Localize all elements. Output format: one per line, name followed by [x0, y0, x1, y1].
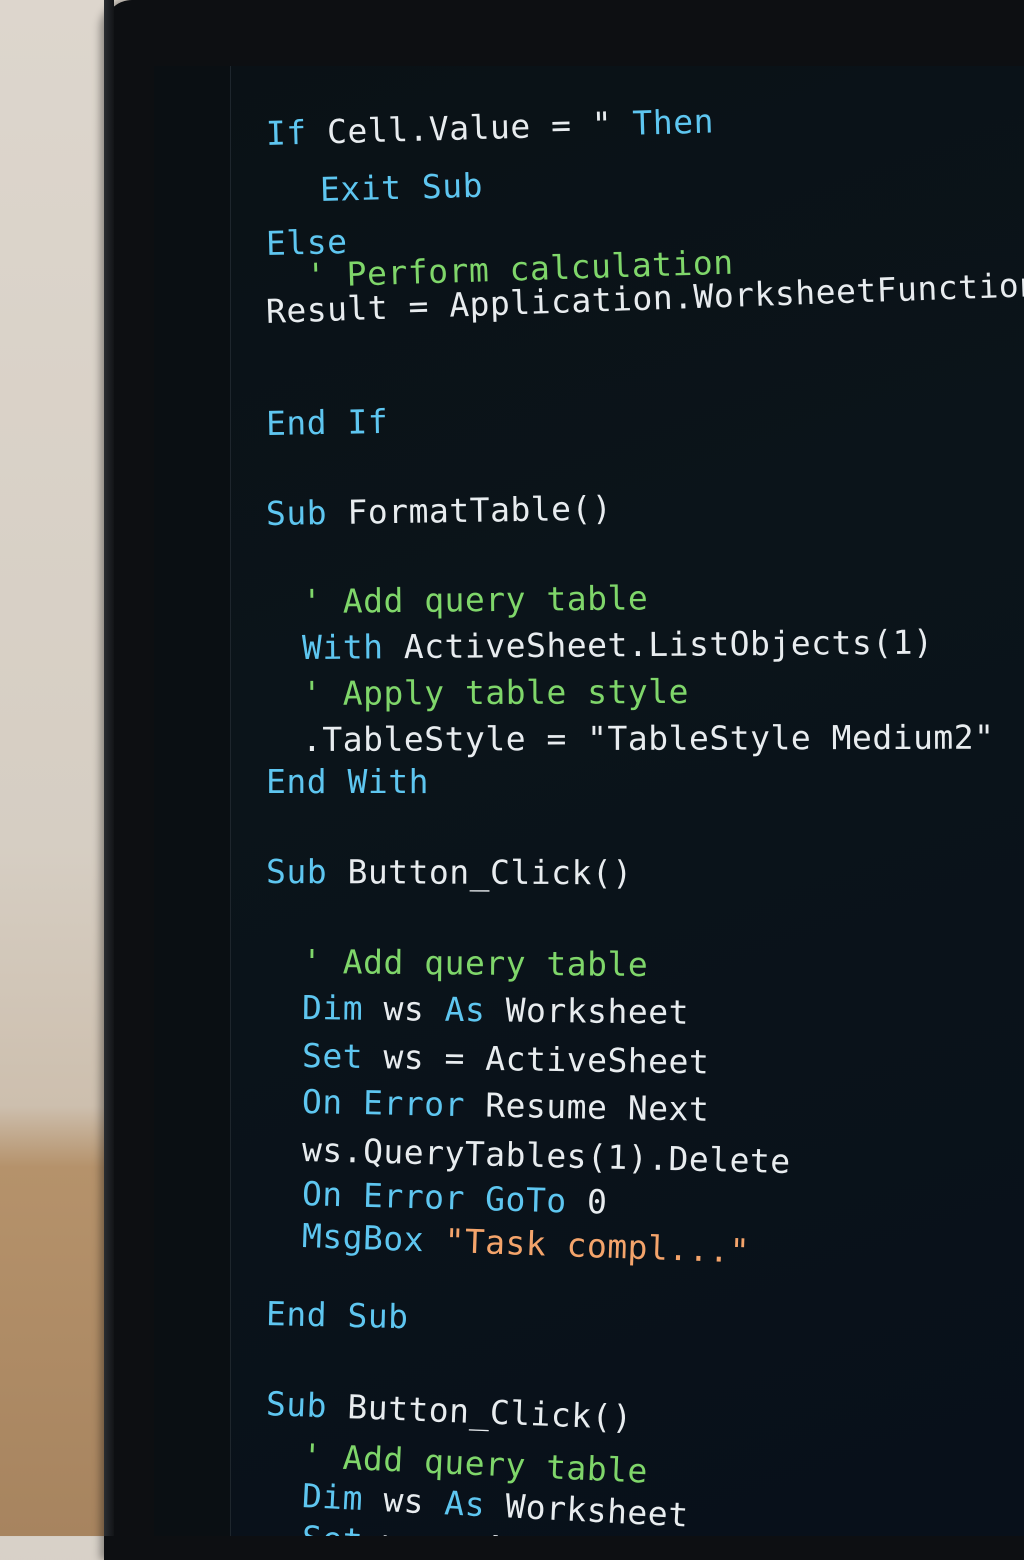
code-line[interactable]: ' Add query table [302, 942, 649, 985]
code-line[interactable]: Sub Button_Click() [265, 1384, 633, 1438]
code-line[interactable]: End If [266, 402, 389, 444]
keyword-token: Set [301, 1036, 384, 1077]
keyword-token: Sub [265, 492, 348, 533]
keyword-token: MsgBox [301, 1216, 446, 1260]
code-token: ws [383, 988, 445, 1029]
keyword-token: Dim [301, 988, 384, 1028]
keyword-token: If [265, 112, 328, 153]
code-line[interactable]: ' Apply table style [302, 672, 689, 714]
code-line[interactable]: Sub Button_Click() [266, 852, 633, 893]
code-line[interactable]: On Error GoTo 0 [301, 1174, 608, 1223]
keyword-token: Sub [265, 852, 348, 892]
code-token: Worksheet [504, 1486, 690, 1535]
comment-token: ' Add query table [301, 942, 649, 985]
code-line[interactable]: Set ws = ActiveSheet [302, 1036, 710, 1082]
keyword-token: End If [265, 401, 389, 443]
keyword-token: Sub [265, 1384, 349, 1427]
code-line[interactable]: ' Add query table [302, 578, 649, 622]
keyword-token: On Error [301, 1082, 486, 1125]
code-token: .TableStyle = "TableStyle Medium2" [301, 717, 995, 759]
code-line[interactable]: End Sub [266, 1294, 409, 1337]
code-line[interactable]: Exit Sub [319, 166, 483, 210]
comment-token: ' Apply table style [301, 671, 690, 713]
keyword-token: Dim [301, 1476, 385, 1520]
keyword-token: As [443, 1483, 507, 1526]
code-token: ws = ActiveSheet [383, 1037, 710, 1082]
keyword-token: On Error GoTo [301, 1174, 588, 1221]
code-line[interactable]: End With [266, 762, 429, 802]
keyword-token: Then [631, 101, 715, 143]
line-gutter [154, 66, 231, 1536]
monitor-edge [104, 0, 114, 1536]
code-line[interactable]: If Cell.Value = " Then [265, 101, 714, 153]
keyword-token: With [301, 627, 405, 667]
code-token: Button_Click() [347, 852, 633, 893]
code-token: 0 [586, 1181, 608, 1222]
code-line[interactable]: With ActiveSheet.ListObjects(1) [302, 622, 934, 668]
code-token: ws.QueryTables(1).Delete [301, 1130, 792, 1181]
keyword-token: As [444, 989, 506, 1030]
code-line[interactable]: Sub FormatTable() [266, 489, 613, 534]
code-token: Cell.Value = " [326, 103, 634, 152]
keyword-token: End Sub [265, 1294, 409, 1337]
code-token: FormatTable() [347, 488, 613, 532]
keyword-token: End With [266, 762, 429, 801]
string-token: "Task compl..." [443, 1220, 751, 1271]
code-token: Resume Next [484, 1085, 710, 1129]
code-token: ws [382, 1480, 446, 1523]
code-token: ActiveSheet.ListObjects(1) [403, 622, 934, 667]
keyword-token: Exit Sub [319, 165, 484, 209]
code-area[interactable]: If Cell.Value = " Then Exit Sub Else ' Perf… [265, 66, 1024, 1536]
code-line[interactable]: ws.QueryTables(1).Delete [302, 1130, 792, 1182]
comment-token: ' Add query table [301, 578, 649, 621]
code-token: Button_Click() [346, 1387, 634, 1438]
code-line[interactable]: Dim ws As Worksheet [302, 988, 689, 1033]
keyword-token: Set [301, 1518, 384, 1536]
code-line[interactable]: .TableStyle = "TableStyle Medium2" [302, 718, 995, 760]
code-editor-screen: If Cell.Value = " Then Exit Sub Else ' Perf… [154, 66, 1024, 1536]
code-token: Worksheet [505, 990, 690, 1032]
code-line[interactable]: On Error Resume Next [302, 1082, 710, 1130]
code-line[interactable]: MsgBox "Task compl..." [301, 1216, 750, 1272]
